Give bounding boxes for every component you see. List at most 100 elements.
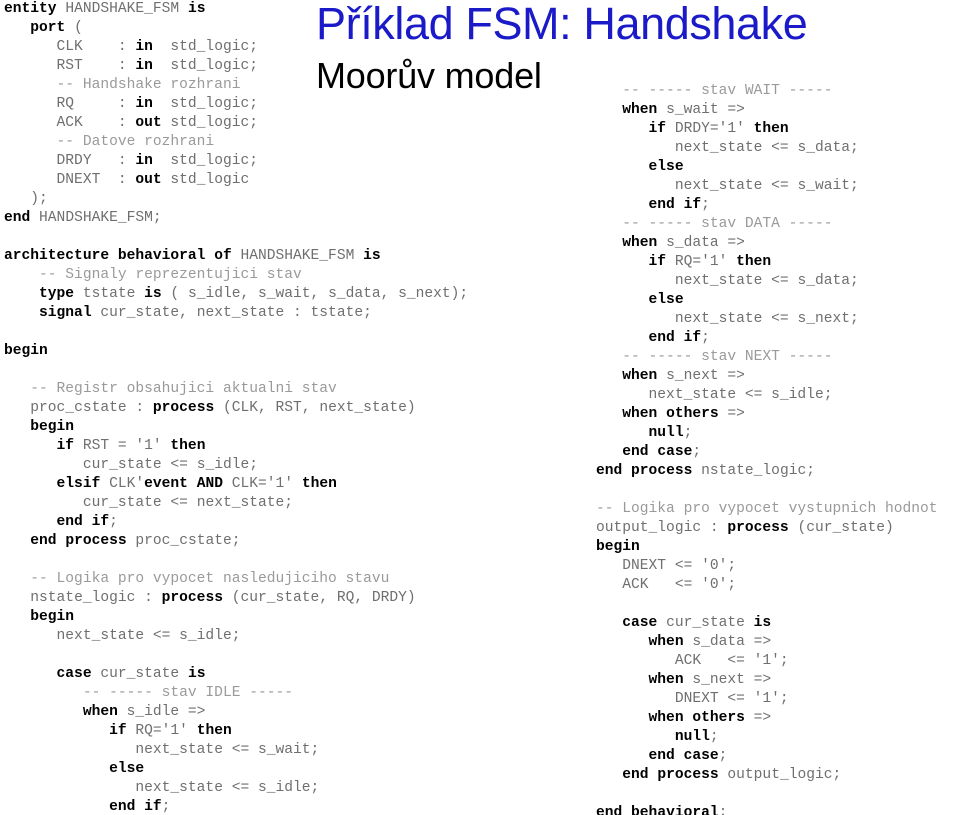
code-line: DRDY : in std_logic; <box>4 152 564 171</box>
code-line: RST : in std_logic; <box>4 57 564 76</box>
code-line: when s_wait => <box>596 101 959 120</box>
code-line: output_logic : process (cur_state) <box>596 519 959 538</box>
code-token: ; <box>310 742 320 758</box>
code-comment: -- Datove rozhrani <box>4 134 215 150</box>
code-token: ACK <box>674 653 702 669</box>
code-line: end case; <box>596 747 959 766</box>
code-token: <= <box>222 742 258 758</box>
code-keyword: end <box>622 444 649 460</box>
code-token: <= '1'; <box>701 653 789 669</box>
code-token: s_next <box>692 672 745 688</box>
code-token: <= <box>762 273 798 289</box>
code-token: ; <box>231 533 241 549</box>
code-token: CLK <box>56 39 83 55</box>
code-line: else <box>596 291 959 310</box>
code-token: , <box>354 590 372 606</box>
code-comment: -- Logika pro vypocet vystupnich hodnot <box>596 501 938 517</box>
code-token: CLK <box>231 400 259 416</box>
code-token: cur_state <box>100 305 180 321</box>
code-keyword: is <box>187 666 206 682</box>
code-token: <= <box>762 311 798 327</box>
code-keyword: port <box>30 20 66 36</box>
code-token: RST <box>82 438 110 454</box>
code-token: s_data <box>328 286 381 302</box>
code-line: next_state <= s_idle; <box>596 386 959 405</box>
code-line: RQ : in std_logic; <box>4 95 564 114</box>
code-token: s_wait <box>797 178 850 194</box>
code-line: port ( <box>4 19 564 38</box>
code-keyword: end <box>109 799 136 815</box>
code-line: -- Handshake rozhrani <box>4 76 564 95</box>
code-token: <= '1'; <box>718 691 789 707</box>
code-token: DNEXT <box>56 172 101 188</box>
slide-root: Příklad FSM: Handshake Moorův model enti… <box>0 0 959 815</box>
code-keyword: case <box>657 444 693 460</box>
code-token: next_state <box>135 780 223 796</box>
code-keyword: AND <box>196 476 223 492</box>
code-token: s_idle <box>196 457 250 473</box>
code-keyword: else <box>109 761 145 777</box>
code-line: -- Logika pro vypocet vystupnich hodnot <box>596 500 959 519</box>
code-line: if DRDY='1' then <box>596 120 959 139</box>
code-keyword: out <box>135 115 162 131</box>
code-comment: -- Logika pro vypocet nasledujiciho stav… <box>4 571 390 587</box>
code-keyword: of <box>214 248 232 264</box>
code-token: => <box>718 368 745 384</box>
code-line: next_state <= s_data; <box>596 139 959 158</box>
code-token: next_state <box>648 387 737 403</box>
code-line: end HANDSHAKE_FSM; <box>4 209 564 228</box>
code-token: s_wait <box>666 102 719 118</box>
code-keyword: process <box>65 533 127 549</box>
code-keyword: begin <box>30 419 75 435</box>
code-keyword: end <box>596 805 623 815</box>
code-token: RQ <box>674 254 693 270</box>
code-line: end process nstate_logic; <box>596 462 959 481</box>
code-keyword: else <box>648 159 684 175</box>
code-line: proc_cstate : process (CLK, RST, next_st… <box>4 399 564 418</box>
code-line: type tstate is ( s_idle, s_wait, s_data,… <box>4 285 564 304</box>
code-line: case cur_state is <box>4 665 564 684</box>
code-line: if RQ='1' then <box>596 253 959 272</box>
code-keyword: end <box>622 767 649 783</box>
code-token: ='1' <box>152 723 197 739</box>
code-token: : <box>284 305 311 321</box>
code-token: ='1' <box>709 121 754 137</box>
code-token: DNEXT <box>674 691 719 707</box>
code-keyword: when <box>622 102 658 118</box>
code-token: next_state <box>196 495 285 511</box>
code-keyword: then <box>196 723 232 739</box>
code-token: RST <box>56 58 83 74</box>
code-comment: -- Signaly reprezentujici stav <box>4 267 302 283</box>
code-token: ; <box>109 514 118 530</box>
code-token: <= <box>161 495 197 511</box>
code-token: ; <box>849 311 859 327</box>
code-line: cur_state <= s_idle; <box>4 456 564 475</box>
code-line: end if; <box>4 798 564 815</box>
code-token: cur_state <box>82 495 162 511</box>
code-line: if RST = '1' then <box>4 437 564 456</box>
code-keyword: in <box>135 153 153 169</box>
code-line: end case; <box>596 443 959 462</box>
code-line: end behavioral; <box>596 804 959 815</box>
code-token: nstate_logic <box>701 463 807 479</box>
